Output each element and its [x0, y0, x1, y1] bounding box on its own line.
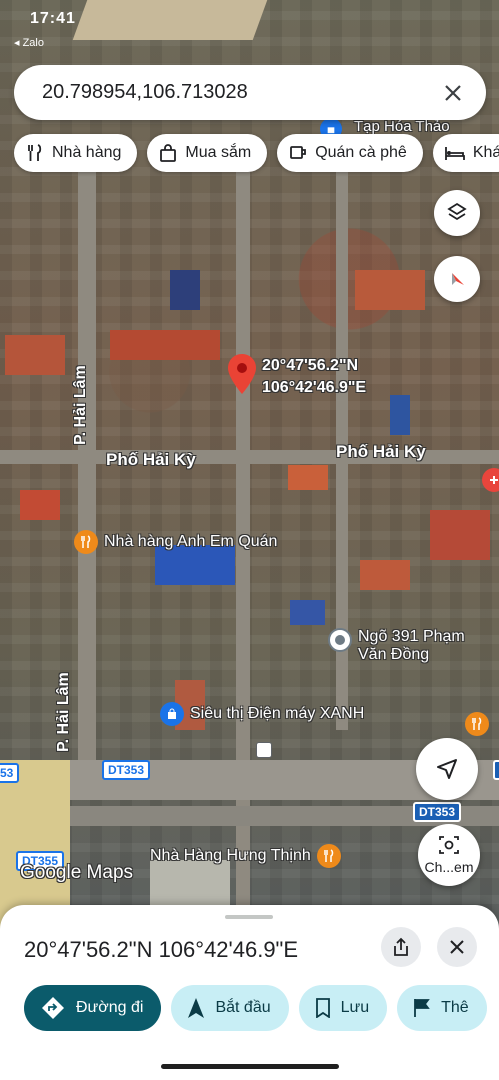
save-button[interactable]: Lưu — [298, 985, 388, 1031]
navigation-arrow-icon — [437, 759, 457, 779]
roof — [5, 335, 65, 375]
search-bar[interactable]: 20.798954,106.713028 — [14, 65, 486, 120]
camera-icon — [439, 836, 459, 854]
roof — [110, 330, 220, 360]
close-icon[interactable] — [440, 80, 466, 106]
road-shield: DT353 — [413, 802, 462, 822]
close-sheet-button[interactable] — [437, 927, 477, 967]
shopping-bag-icon — [160, 144, 177, 162]
roof — [360, 560, 410, 590]
sheet-handle[interactable] — [225, 915, 273, 919]
bus-stop-icon[interactable] — [256, 742, 272, 758]
road-shield: 53 — [0, 763, 20, 783]
google-maps-logo: Google Maps — [20, 862, 134, 883]
chip-label: Mua sắm — [185, 144, 252, 161]
action-buttons: Đường đi Bắt đầu Lưu Thê — [24, 985, 487, 1031]
coffee-icon — [290, 146, 307, 159]
back-to-app[interactable]: ◂ Zalo — [14, 36, 44, 49]
action-label: Lưu — [340, 999, 370, 1016]
chip-coffee[interactable]: Quán cà phê — [277, 134, 423, 172]
change-view-button[interactable]: Ch...em — [418, 824, 480, 886]
shopping-bag-icon — [160, 702, 184, 726]
chip-restaurants[interactable]: Nhà hàng — [14, 134, 138, 172]
poi-label: Siêu thị Điện máy XANH — [190, 705, 365, 722]
roof — [430, 510, 490, 560]
share-button[interactable] — [381, 927, 421, 967]
poi-label-tap-hoa[interactable]: Tạp Hóa Thảo — [354, 118, 450, 135]
action-label: Đường đi — [76, 999, 144, 1016]
street-label: Phố Hải Kỳ — [106, 450, 196, 469]
poi-ngo-391[interactable]: Ngõ 391 Phạm Văn Đồng — [328, 628, 465, 664]
pin-icon — [228, 354, 256, 394]
roof — [288, 465, 328, 490]
bed-icon — [444, 147, 465, 160]
directions-button[interactable]: Đường đi — [24, 985, 162, 1031]
roof — [170, 270, 200, 310]
pin-coords-line1: 20°47'56.2"N — [262, 357, 359, 374]
restaurant-icon[interactable] — [465, 712, 489, 736]
roof — [390, 395, 410, 435]
search-input[interactable]: 20.798954,106.713028 — [42, 81, 440, 104]
road-shield: 3 — [493, 760, 499, 780]
navigation-arrow-icon — [188, 998, 205, 1018]
poi-label: Ngõ 391 Phạm — [358, 628, 465, 645]
street-label: P. Hải Lâm — [72, 365, 89, 445]
start-button[interactable]: Bắt đầu — [171, 985, 289, 1031]
bookmark-icon — [315, 998, 330, 1018]
layers-icon — [447, 202, 467, 221]
restaurant-icon — [316, 844, 341, 868]
add-label-button[interactable]: Thê — [397, 985, 487, 1031]
place-title: 20°47'56.2"N 106°42'46.9"E — [24, 937, 299, 962]
chip-hotels[interactable]: Khá — [432, 134, 499, 172]
action-label: Bắt đầu — [215, 999, 271, 1016]
compass-button[interactable] — [434, 256, 480, 302]
roof — [20, 490, 60, 520]
street-label: P. Hải Lâm — [55, 672, 72, 752]
bottom-sheet[interactable]: 20°47'56.2"N 106°42'46.9"E Đường đi Bắt … — [0, 905, 499, 1080]
road-shield: DT353 — [102, 760, 151, 780]
restaurant-icon — [28, 144, 42, 161]
road — [78, 170, 96, 790]
directions-icon — [42, 997, 64, 1019]
close-icon — [450, 940, 464, 954]
chip-shopping[interactable]: Mua sắm — [147, 134, 268, 172]
restaurant-icon — [74, 530, 98, 554]
status-time: 17:41 — [30, 10, 76, 27]
street-label: Phố Hải Kỳ — [336, 442, 426, 461]
roof — [290, 600, 325, 625]
canal — [72, 0, 268, 40]
location-pin[interactable] — [228, 354, 256, 399]
chip-label: Khá — [472, 144, 499, 161]
share-icon — [394, 937, 408, 956]
chip-label: Quán cà phê — [315, 144, 407, 161]
layers-button[interactable] — [434, 190, 480, 236]
poi-nha-hang-anh-em[interactable]: Nhà hàng Anh Em Quán — [74, 530, 277, 554]
hospital-icon[interactable] — [482, 468, 499, 492]
action-label: Thê — [441, 999, 469, 1016]
poi-label: Nhà Hàng Hưng Thịnh — [150, 847, 311, 864]
poi-label: Văn Đồng — [358, 646, 430, 663]
change-view-label: Ch...em — [424, 859, 474, 875]
my-location-button[interactable] — [416, 738, 478, 800]
poi-nha-hang-hung-thinh[interactable]: Nhà Hàng Hưng Thịnh — [150, 844, 341, 868]
poi-label: Nhà hàng Anh Em Quán — [104, 533, 278, 550]
compass-icon — [452, 273, 464, 285]
roof — [355, 270, 425, 310]
location-icon — [328, 628, 352, 652]
home-indicator[interactable] — [161, 1064, 339, 1069]
chip-label: Nhà hàng — [52, 144, 122, 161]
category-chips: Nhà hàng Mua sắm Quán cà phê Khá — [14, 134, 499, 172]
poi-sieu-thi[interactable]: Siêu thị Điện máy XANH — [160, 702, 364, 726]
flag-icon — [414, 999, 430, 1017]
pin-coords-line2: 106°42'46.9"E — [262, 379, 367, 396]
